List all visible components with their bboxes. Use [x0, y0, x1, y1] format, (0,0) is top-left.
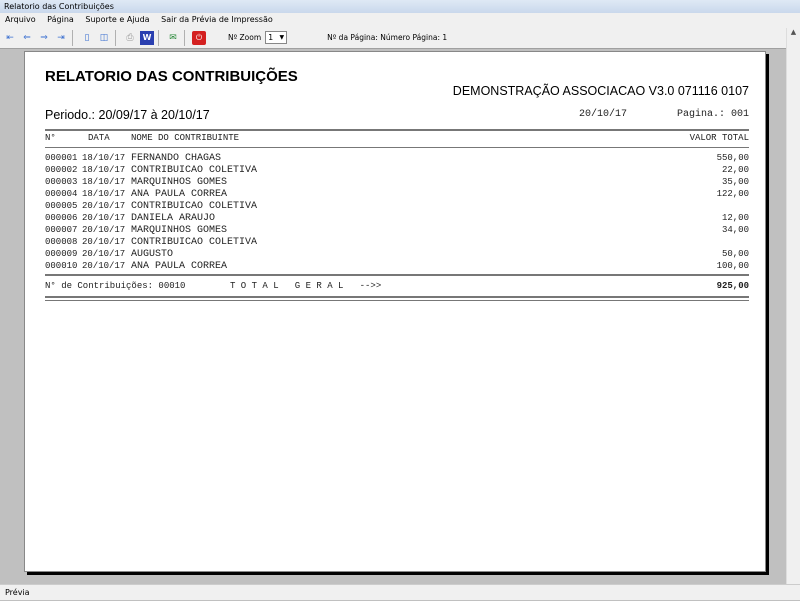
menu-bar: Arquivo Página Suporte e Ajuda Sair da P…	[0, 13, 800, 27]
contribution-count: N° de Contribuições: 00010	[45, 281, 186, 291]
row-number: 000005	[45, 201, 78, 211]
two-pages-icon[interactable]: ◫	[97, 31, 111, 45]
last-page-icon[interactable]: ⇥	[54, 31, 68, 45]
menu-sair-previa[interactable]: Sair da Prévia de Impressão	[161, 15, 273, 24]
row-date: 18/10/17	[82, 165, 126, 175]
row-date: 20/10/17	[82, 213, 126, 223]
divider	[45, 300, 749, 301]
menu-arquivo[interactable]: Arquivo	[5, 15, 36, 24]
row-name: ANA PAULA CORREA	[131, 261, 228, 272]
close-preview-icon[interactable]: ⏻	[192, 30, 206, 45]
header-name: NOME DO CONTRIBUINTE	[131, 133, 240, 143]
row-date: 18/10/17	[82, 189, 126, 199]
table-row: 000001 18/10/17 FERNANDO CHAGAS 550,00	[45, 153, 749, 165]
single-page-icon[interactable]: ▯	[80, 31, 94, 45]
row-number: 000006	[45, 213, 78, 223]
row-value: 22,00	[721, 165, 749, 175]
row-name: ANA PAULA CORREA	[131, 189, 228, 200]
next-page-icon[interactable]: ⇒	[37, 31, 51, 45]
divider	[45, 274, 749, 276]
row-value: 550,00	[716, 153, 749, 163]
status-bar: Prévia	[0, 584, 800, 600]
divider	[184, 29, 185, 46]
row-value: 50,00	[721, 249, 749, 259]
report-title: RELATORIO DAS CONTRIBUIÇÕES	[45, 68, 298, 85]
row-value: 35,00	[721, 177, 749, 187]
row-date: 20/10/17	[82, 225, 126, 235]
table-row: 000004 18/10/17 ANA PAULA CORREA 122,00	[45, 189, 749, 201]
divider	[45, 296, 749, 298]
table-row: 000009 20/10/17 AUGUSTO 50,00	[45, 249, 749, 261]
report-date: 20/10/17	[579, 109, 628, 120]
company-name: DEMONSTRAÇÃO ASSOCIACAO V3.0 071116 0107	[452, 84, 749, 98]
table-row: 000005 20/10/17 CONTRIBUICAO COLETIVA	[45, 201, 749, 213]
toolbar: ⇤ ⇐ ⇒ ⇥ ▯ ◫ ⎙ W ✉ ⏻ Nº Zoom 1 ▼ Nº da Pág…	[0, 27, 800, 49]
header-num: N°	[45, 133, 56, 143]
vertical-scrollbar[interactable]: ▲	[786, 28, 800, 584]
row-number: 000001	[45, 153, 78, 163]
table-row: 000010 20/10/17 ANA PAULA CORREA 100,00	[45, 261, 749, 273]
row-date: 20/10/17	[82, 249, 126, 259]
word-export-icon[interactable]: W	[140, 30, 154, 45]
row-number: 000010	[45, 261, 78, 271]
zoom-label: Nº Zoom	[228, 33, 262, 42]
row-name: CONTRIBUICAO COLETIVA	[131, 201, 258, 212]
first-page-icon[interactable]: ⇤	[3, 31, 17, 45]
header-value: VALOR TOTAL	[689, 133, 749, 143]
row-name: CONTRIBUICAO COLETIVA	[131, 237, 258, 248]
report-period: Periodo.: 20/09/17 à 20/10/17	[45, 108, 210, 122]
row-name: MARQUINHOS GOMES	[131, 177, 228, 188]
header-date: DATA	[88, 133, 110, 143]
row-date: 18/10/17	[82, 153, 126, 163]
menu-pagina[interactable]: Página	[47, 15, 74, 24]
row-value: 12,00	[721, 213, 749, 223]
zoom-select[interactable]: 1 ▼	[265, 31, 288, 44]
email-export-icon[interactable]: ✉	[166, 31, 180, 45]
page-number-label: Nº da Página: Número Página: 1	[327, 33, 448, 42]
row-number: 000004	[45, 189, 78, 199]
table-row: 000008 20/10/17 CONTRIBUICAO COLETIVA	[45, 237, 749, 249]
divider	[72, 29, 73, 46]
divider	[115, 29, 116, 46]
print-icon[interactable]: ⎙	[123, 31, 137, 45]
divider	[45, 147, 749, 148]
table-row: 000003 18/10/17 MARQUINHOS GOMES 35,00	[45, 177, 749, 189]
row-date: 18/10/17	[82, 177, 126, 187]
row-number: 000008	[45, 237, 78, 247]
divider	[158, 29, 159, 46]
row-number: 000009	[45, 249, 78, 259]
divider	[45, 129, 749, 131]
status-text: Prévia	[5, 588, 30, 597]
window-title: Relatorio das Contribuições	[4, 2, 114, 11]
scroll-up-icon[interactable]: ▲	[787, 28, 800, 36]
row-name: CONTRIBUICAO COLETIVA	[131, 165, 258, 176]
row-date: 20/10/17	[82, 201, 126, 211]
row-date: 20/10/17	[82, 237, 126, 247]
row-name: MARQUINHOS GOMES	[131, 225, 228, 236]
row-date: 20/10/17	[82, 261, 126, 271]
previous-page-icon[interactable]: ⇐	[20, 31, 34, 45]
total-label: T O T A L G E R A L -->>	[230, 281, 382, 291]
row-value: 122,00	[716, 189, 749, 199]
table-row: 000007 20/10/17 MARQUINHOS GOMES 34,00	[45, 225, 749, 237]
row-number: 000003	[45, 177, 78, 187]
row-name: DANIELA ARAUJO	[131, 213, 216, 224]
row-value: 100,00	[716, 261, 749, 271]
table-row: 000006 20/10/17 DANIELA ARAUJO 12,00	[45, 213, 749, 225]
title-bar: Relatorio das Contribuições	[0, 0, 800, 13]
report-page: RELATORIO DAS CONTRIBUIÇÕES DEMONSTRAÇÃO…	[24, 51, 766, 572]
menu-suporte[interactable]: Suporte e Ajuda	[85, 15, 149, 24]
row-name: AUGUSTO	[131, 249, 174, 260]
row-value: 34,00	[721, 225, 749, 235]
row-number: 000002	[45, 165, 78, 175]
chevron-down-icon: ▼	[279, 34, 285, 41]
row-name: FERNANDO CHAGAS	[131, 153, 222, 164]
zoom-value: 1	[268, 33, 274, 42]
preview-area: RELATORIO DAS CONTRIBUIÇÕES DEMONSTRAÇÃO…	[0, 49, 786, 583]
row-number: 000007	[45, 225, 78, 235]
table-row: 000002 18/10/17 CONTRIBUICAO COLETIVA 22,00	[45, 165, 749, 177]
page-number: Pagina.: 001	[676, 109, 749, 120]
total-value: 925,00	[716, 281, 749, 291]
